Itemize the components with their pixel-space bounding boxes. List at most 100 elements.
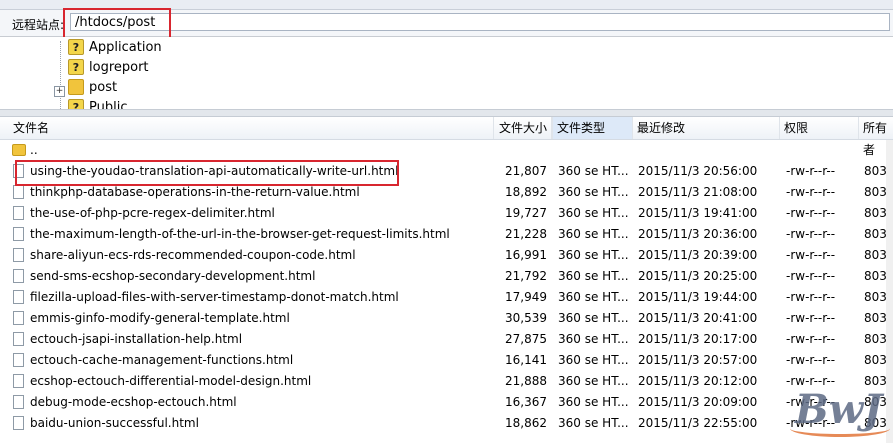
file-modified: 2015/11/3 20:12:00	[638, 374, 758, 388]
file-modified: 2015/11/3 20:09:00	[638, 395, 758, 409]
file-permissions: -rw-r--r--	[786, 248, 836, 262]
file-modified: 2015/11/3 22:55:00	[638, 416, 758, 430]
file-icon	[13, 227, 24, 241]
file-type: 360 se HT...	[558, 353, 629, 367]
file-permissions: -rw-r--r--	[786, 185, 836, 199]
file-type: 360 se HT...	[558, 332, 629, 346]
tree-item-logreport[interactable]: ? logreport	[68, 57, 149, 77]
file-size: 16,141	[505, 353, 547, 367]
file-permissions: -rw-r--r--	[786, 269, 836, 283]
tree-expand-icon[interactable]: +	[54, 86, 65, 97]
file-permissions: -rw-r--r--	[786, 374, 836, 388]
column-header-type[interactable]: 文件类型	[553, 117, 633, 139]
file-name: thinkphp-database-operations-in-the-retu…	[30, 185, 360, 199]
file-name: baidu-union-successful.html	[30, 416, 199, 430]
file-type: 360 se HT...	[558, 269, 629, 283]
file-name: emmis-ginfo-modify-general-template.html	[30, 311, 290, 325]
file-icon	[13, 311, 24, 325]
folder-icon	[12, 144, 26, 156]
tree-item-post[interactable]: post	[68, 77, 117, 97]
column-header-owner[interactable]: 所有者	[859, 117, 893, 157]
file-modified: 2015/11/3 20:41:00	[638, 311, 758, 325]
file-name: ectouch-cache-management-functions.html	[30, 353, 294, 367]
tree-item-public[interactable]: ? Public	[68, 97, 127, 109]
file-icon	[13, 353, 24, 367]
file-size: 30,539	[505, 311, 547, 325]
file-icon	[13, 206, 24, 220]
tree-item-label: Public	[89, 99, 128, 110]
file-permissions: -rw-r--r--	[786, 395, 836, 409]
table-row[interactable]: ectouch-cache-management-functions.html …	[0, 350, 893, 371]
file-type: 360 se HT...	[558, 395, 629, 409]
file-name: the-maximum-length-of-the-url-in-the-bro…	[30, 227, 450, 241]
file-icon	[13, 185, 24, 199]
file-type: 360 se HT...	[558, 416, 629, 430]
file-type: 360 se HT...	[558, 206, 629, 220]
file-icon	[13, 416, 24, 430]
file-icon	[13, 269, 24, 283]
file-name: ecshop-ectouch-differential-model-design…	[30, 374, 312, 388]
file-icon	[13, 290, 24, 304]
table-row[interactable]: using-the-youdao-translation-api-automat…	[0, 161, 893, 182]
file-type: 360 se HT...	[558, 185, 629, 199]
file-icon	[13, 332, 24, 346]
file-size: 21,807	[505, 164, 547, 178]
tree-item-label: post	[89, 79, 118, 95]
table-row[interactable]: ecshop-ectouch-differential-model-design…	[0, 371, 893, 392]
file-name: ectouch-jsapi-installation-help.html	[30, 332, 243, 346]
table-row[interactable]: thinkphp-database-operations-in-the-retu…	[0, 182, 893, 203]
file-type: 360 se HT...	[558, 311, 629, 325]
pane-splitter[interactable]	[0, 109, 893, 117]
file-name: debug-mode-ecshop-ectouch.html	[30, 395, 237, 409]
file-permissions: -rw-r--r--	[786, 353, 836, 367]
table-row[interactable]: debug-mode-ecshop-ectouch.html 16,367 36…	[0, 392, 893, 413]
tree-item-label: logreport	[89, 59, 149, 75]
file-modified: 2015/11/3 20:57:00	[638, 353, 758, 367]
file-icon	[13, 374, 24, 388]
column-header-size[interactable]: 文件大小	[493, 117, 553, 139]
file-icon	[13, 395, 24, 409]
column-header-modified[interactable]: 最近修改	[633, 117, 780, 139]
file-size: 21,792	[505, 269, 547, 283]
folder-icon	[68, 79, 84, 95]
question-folder-icon: ?	[68, 39, 84, 55]
list-item-parent-dir[interactable]: ..	[0, 140, 893, 161]
file-size: 16,991	[505, 248, 547, 262]
file-icon	[13, 248, 24, 262]
column-header-permissions[interactable]: 权限	[780, 117, 859, 139]
table-row[interactable]: send-sms-ecshop-secondary-development.ht…	[0, 266, 893, 287]
file-modified: 2015/11/3 20:17:00	[638, 332, 758, 346]
file-permissions: -rw-r--r--	[786, 227, 836, 241]
file-size: 27,875	[505, 332, 547, 346]
remote-path-input[interactable]: /htdocs/post	[70, 13, 890, 31]
file-size: 19,727	[505, 206, 547, 220]
file-name: share-aliyun-ecs-rds-recommended-coupon-…	[30, 248, 356, 262]
table-row[interactable]: share-aliyun-ecs-rds-recommended-coupon-…	[0, 245, 893, 266]
file-icon	[13, 164, 24, 178]
table-row[interactable]: ectouch-jsapi-installation-help.html 27,…	[0, 329, 893, 350]
file-name: filezilla-upload-files-with-server-times…	[30, 290, 399, 304]
file-modified: 2015/11/3 20:25:00	[638, 269, 758, 283]
vertical-scrollbar[interactable]	[886, 140, 893, 443]
file-permissions: -rw-r--r--	[786, 311, 836, 325]
table-row[interactable]: baidu-union-successful.html 18,862 360 s…	[0, 413, 893, 434]
remote-site-bar: 远程站点: /htdocs/post	[0, 10, 893, 37]
file-size: 21,888	[505, 374, 547, 388]
file-type: 360 se HT...	[558, 248, 629, 262]
file-name: ..	[30, 143, 38, 157]
file-type: 360 se HT...	[558, 164, 629, 178]
table-row[interactable]: emmis-ginfo-modify-general-template.html…	[0, 308, 893, 329]
column-header-name[interactable]: 文件名	[0, 117, 552, 139]
file-name: send-sms-ecshop-secondary-development.ht…	[30, 269, 316, 283]
table-row[interactable]: the-maximum-length-of-the-url-in-the-bro…	[0, 224, 893, 245]
table-row[interactable]: the-use-of-php-pcre-regex-delimiter.html…	[0, 203, 893, 224]
file-size: 21,228	[505, 227, 547, 241]
file-size: 18,892	[505, 185, 547, 199]
tree-item-application[interactable]: ? Application	[68, 37, 162, 57]
table-row[interactable]: filezilla-upload-files-with-server-times…	[0, 287, 893, 308]
file-permissions: -rw-r--r--	[786, 332, 836, 346]
remote-site-label: 远程站点:	[12, 18, 65, 32]
file-modified: 2015/11/3 19:44:00	[638, 290, 758, 304]
file-type: 360 se HT...	[558, 227, 629, 241]
file-modified: 2015/11/3 20:56:00	[638, 164, 758, 178]
